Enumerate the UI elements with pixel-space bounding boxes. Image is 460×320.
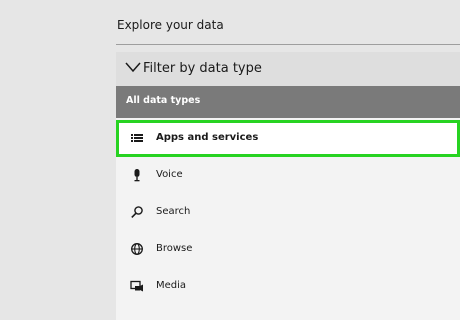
all-data-types-option[interactable]: All data types (116, 86, 460, 118)
data-type-item-label: Search (156, 206, 191, 217)
data-type-item-browse[interactable]: Browse (116, 231, 460, 268)
explore-data-panel: Explore your data Filter by data type Al… (116, 0, 460, 320)
data-type-item-search[interactable]: Search (116, 194, 460, 231)
filter-by-data-type-toggle[interactable]: Filter by data type (116, 52, 460, 86)
all-data-types-label: All data types (126, 95, 201, 106)
data-type-list: Apps and services Voice Search Browse Me… (116, 118, 460, 320)
apps-list-icon (131, 134, 143, 142)
divider (116, 44, 460, 45)
media-icon (130, 280, 143, 292)
data-type-item-label: Voice (156, 169, 183, 180)
search-icon (131, 206, 143, 218)
chevron-down-icon (125, 62, 141, 73)
panel-title: Explore your data (117, 18, 224, 32)
data-type-item-label: Apps and services (156, 132, 259, 143)
microphone-icon (134, 169, 140, 182)
data-type-item-voice[interactable]: Voice (116, 157, 460, 194)
filter-header-label: Filter by data type (143, 61, 262, 76)
data-type-item-label: Media (156, 280, 187, 291)
data-type-item-label: Browse (156, 243, 193, 254)
data-type-item-media[interactable]: Media (116, 268, 460, 305)
globe-icon (131, 243, 143, 255)
page: Explore your data Filter by data type Al… (0, 0, 460, 320)
data-type-item-apps-and-services[interactable]: Apps and services (116, 120, 460, 157)
